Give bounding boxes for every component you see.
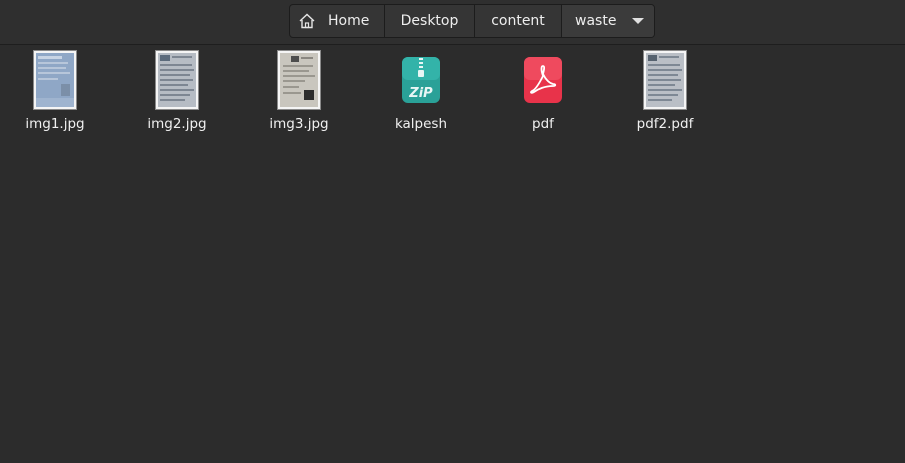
breadcrumb-content[interactable]: content xyxy=(475,5,562,37)
breadcrumb-home[interactable]: Home xyxy=(290,5,385,37)
file-item-pdf[interactable]: pdf xyxy=(493,50,593,132)
file-name: img3.jpg xyxy=(269,116,329,132)
breadcrumb-waste-label: waste xyxy=(575,13,617,29)
file-item-img1[interactable]: img1.jpg xyxy=(5,50,105,132)
breadcrumb-home-label: Home xyxy=(328,13,370,29)
svg-text:ZiP: ZiP xyxy=(408,86,433,101)
image-thumbnail-icon xyxy=(155,50,199,110)
file-name: pdf xyxy=(532,116,554,132)
image-thumbnail-icon xyxy=(277,50,321,110)
file-name: img2.jpg xyxy=(147,116,207,132)
file-item-pdf2[interactable]: pdf2.pdf xyxy=(615,50,715,132)
breadcrumb: Home Desktop content waste xyxy=(289,4,655,38)
breadcrumb-desktop-label: Desktop xyxy=(400,13,459,29)
path-bar: Home Desktop content waste xyxy=(0,0,905,45)
file-item-img3[interactable]: img3.jpg xyxy=(249,50,349,132)
breadcrumb-waste[interactable]: waste xyxy=(562,5,654,37)
file-name: img1.jpg xyxy=(25,116,85,132)
home-icon xyxy=(298,12,316,30)
pdf-icon xyxy=(521,50,565,110)
image-thumbnail-icon xyxy=(33,50,77,110)
breadcrumb-desktop[interactable]: Desktop xyxy=(385,5,475,37)
zip-archive-icon: ZiP xyxy=(399,50,443,110)
file-item-img2[interactable]: img2.jpg xyxy=(127,50,227,132)
chevron-down-icon[interactable] xyxy=(632,18,645,24)
file-name: pdf2.pdf xyxy=(636,116,694,132)
breadcrumb-content-label: content xyxy=(491,13,545,29)
document-thumbnail-icon xyxy=(643,50,687,110)
file-name: kalpesh xyxy=(394,116,448,132)
file-item-kalpesh[interactable]: ZiP kalpesh xyxy=(371,50,471,132)
